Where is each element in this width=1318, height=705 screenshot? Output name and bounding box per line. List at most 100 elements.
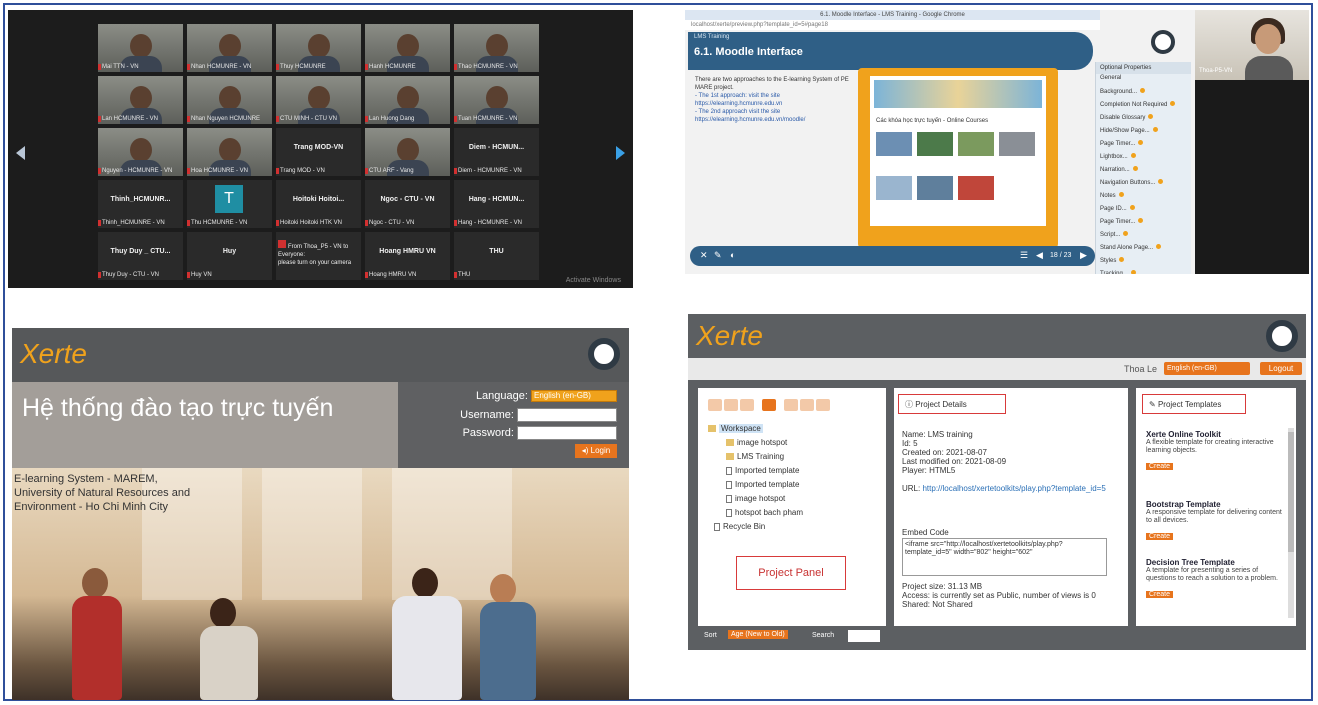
- tree-item[interactable]: LMS Training: [708, 450, 803, 464]
- participant-tile[interactable]: CTU ARF - Vang: [365, 128, 450, 176]
- login-button[interactable]: ◂) Login: [575, 444, 617, 458]
- slide-text-line[interactable]: - The 2nd approach visit the site https:…: [695, 108, 855, 124]
- pencil-icon[interactable]: ✎: [714, 250, 722, 261]
- language-select[interactable]: English (en-GB): [1164, 362, 1250, 375]
- add-property-icon[interactable]: [1132, 166, 1138, 171]
- participant-tile[interactable]: CTU MINH - CTU VN: [276, 76, 361, 124]
- add-property-icon[interactable]: [1148, 114, 1154, 119]
- participant-tile[interactable]: Thuy HCMUNRE: [276, 24, 361, 72]
- participant-tile[interactable]: Lan Huong Dang: [365, 76, 450, 124]
- project-url-link[interactable]: http://localhost/xertetoolkits/play.php?…: [922, 484, 1105, 493]
- course-thumbnail: [917, 132, 953, 156]
- menu-icon[interactable]: ☰: [1020, 250, 1028, 261]
- participant-tile[interactable]: Hanh HCMUNRE: [365, 24, 450, 72]
- participant-tile[interactable]: THU THU: [454, 232, 539, 280]
- add-property-icon[interactable]: [1140, 88, 1146, 93]
- tree-item[interactable]: Imported template: [708, 464, 803, 478]
- property-item[interactable]: Notes: [1096, 191, 1191, 204]
- scrollbar-thumb[interactable]: [1288, 432, 1294, 552]
- participant-tile[interactable]: Ngoc - CTU - VN Ngoc - CTU - VN: [365, 180, 450, 228]
- property-item[interactable]: Narration...: [1096, 165, 1191, 178]
- edit-icon[interactable]: [800, 399, 814, 411]
- course-thumbnail: [917, 176, 953, 200]
- prev-page-arrow-icon[interactable]: [16, 146, 25, 160]
- search-input[interactable]: [848, 630, 880, 642]
- participant-tile[interactable]: Hoang HMRU VN Hoang HMRU VN: [365, 232, 450, 280]
- participant-tile[interactable]: Thuy Duy _ CTU... Thuy Duy - CTU - VN: [98, 232, 183, 280]
- templates-scrollbar[interactable]: [1288, 428, 1294, 618]
- tree-item[interactable]: image hotspot: [708, 436, 803, 450]
- participant-tile[interactable]: Trang MOD-VN Trang MOD - VN: [276, 128, 361, 176]
- delete-icon[interactable]: [816, 399, 830, 411]
- play-icon[interactable]: [740, 399, 754, 411]
- add-property-icon[interactable]: [1156, 244, 1162, 249]
- property-item[interactable]: Tracking...: [1096, 269, 1191, 274]
- property-item[interactable]: Styles: [1096, 256, 1191, 269]
- properties-icon[interactable]: [724, 399, 738, 411]
- contrast-icon[interactable]: ◐: [730, 250, 735, 260]
- tree-item[interactable]: Imported template: [708, 478, 803, 492]
- property-item[interactable]: Navigation Buttons...: [1096, 178, 1191, 191]
- property-item[interactable]: Page ID...: [1096, 204, 1191, 217]
- property-item[interactable]: Page Timer...: [1096, 139, 1191, 152]
- add-property-icon[interactable]: [1138, 140, 1144, 145]
- next-icon[interactable]: ▶: [1080, 250, 1087, 261]
- slide-text-line[interactable]: - The 1st approach: visit the site https…: [695, 92, 855, 108]
- participant-tile[interactable]: Diem - HCMUN... Diem - HCMUNRE - VN: [454, 128, 539, 176]
- previous-icon[interactable]: ◀: [1036, 250, 1043, 261]
- add-property-icon[interactable]: [1170, 101, 1176, 106]
- new-folder-icon[interactable]: [708, 399, 722, 411]
- password-input[interactable]: [517, 426, 617, 440]
- tree-item[interactable]: hotspot bach pham: [708, 506, 803, 520]
- participant-tile[interactable]: Hoitoki Hoitoi... Hoitoki Hoitoki HTK VN: [276, 180, 361, 228]
- participant-tile[interactable]: Huy Huy VN: [187, 232, 272, 280]
- participant-tile[interactable]: Lan HCMUNRE - VN: [98, 76, 183, 124]
- add-property-icon[interactable]: [1130, 270, 1136, 274]
- add-property-icon[interactable]: [1138, 218, 1144, 223]
- property-item[interactable]: Hide/Show Page...: [1096, 126, 1191, 139]
- create-button[interactable]: Create: [1146, 591, 1174, 598]
- folder-icon[interactable]: [762, 399, 776, 411]
- close-icon[interactable]: ✕: [700, 250, 708, 261]
- next-page-arrow-icon[interactable]: [616, 146, 625, 160]
- presenter-camera: Thoa-P5-VN: [1195, 10, 1309, 80]
- add-property-icon[interactable]: [1123, 231, 1129, 236]
- add-property-icon[interactable]: [1118, 192, 1124, 197]
- address-bar[interactable]: localhost/xerte/preview.php?template_id=…: [685, 20, 1100, 30]
- property-item[interactable]: Background...: [1096, 87, 1191, 100]
- create-button[interactable]: Create: [1146, 463, 1174, 470]
- property-item[interactable]: Script...: [1096, 230, 1191, 243]
- property-item[interactable]: Completion Not Required: [1096, 100, 1191, 113]
- participant-tile[interactable]: Hoa HCMUNRE - VN: [187, 128, 272, 176]
- language-select[interactable]: English (en-GB): [531, 390, 617, 403]
- tree-root[interactable]: Workspace: [708, 422, 803, 436]
- create-button[interactable]: Create: [1146, 533, 1174, 540]
- participant-tile[interactable]: Nhan Nguyen HCMUNRE: [187, 76, 272, 124]
- duplicate-icon[interactable]: [784, 399, 798, 411]
- property-item[interactable]: Page Timer...: [1096, 217, 1191, 230]
- add-property-icon[interactable]: [1130, 153, 1136, 158]
- sort-select[interactable]: Age (New to Old): [728, 630, 788, 639]
- participant-tile[interactable]: From Thoa_P5 - VN to Everyone: please tur…: [276, 232, 361, 280]
- participant-tile[interactable]: Thao HCMUNRE - VN: [454, 24, 539, 72]
- participant-head: [130, 138, 152, 162]
- add-property-icon[interactable]: [1119, 257, 1125, 262]
- participant-tile[interactable]: Thinh_HCMUNR... Thinh_HCMUNRE - VN: [98, 180, 183, 228]
- participant-tile[interactable]: Tuan HCMUNRE - VN: [454, 76, 539, 124]
- add-property-icon[interactable]: [1158, 179, 1164, 184]
- add-property-icon[interactable]: [1152, 127, 1158, 132]
- participant-tile[interactable]: T Thu HCMUNRE - VN: [187, 180, 272, 228]
- embed-code-field[interactable]: <iframe src="http://localhost/xertetoolk…: [902, 538, 1107, 576]
- property-item[interactable]: Stand Alone Page...: [1096, 243, 1191, 256]
- participant-tile[interactable]: Mai TTN - VN: [98, 24, 183, 72]
- tree-item[interactable]: Recycle Bin: [708, 520, 803, 534]
- participant-tile[interactable]: Hang - HCMUN... Hang - HCMUNRE - VN: [454, 180, 539, 228]
- property-item[interactable]: Lightbox...: [1096, 152, 1191, 165]
- logout-button[interactable]: Logout: [1260, 362, 1302, 375]
- participant-tile[interactable]: Nguyen - HCMUNRE - VN: [98, 128, 183, 176]
- username-input[interactable]: [517, 408, 617, 422]
- participant-tile[interactable]: Nhan HCMUNRE - VN: [187, 24, 272, 72]
- add-property-icon[interactable]: [1129, 205, 1135, 210]
- property-item[interactable]: Disable Glossary: [1096, 113, 1191, 126]
- tree-item[interactable]: image hotspot: [708, 492, 803, 506]
